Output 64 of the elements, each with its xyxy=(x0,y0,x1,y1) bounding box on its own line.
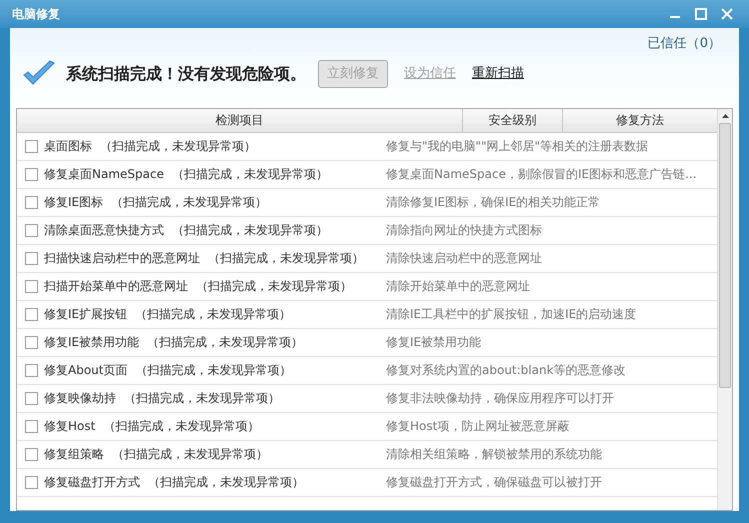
trusted-count[interactable]: 已信任（0） xyxy=(648,34,721,54)
item-name: 修复映像劫持 xyxy=(44,390,116,407)
checkbox[interactable] xyxy=(25,364,38,376)
scan-status: （扫描完成，未发现异常项） xyxy=(147,334,304,351)
item-name: 修复组策略 xyxy=(44,446,104,463)
checkbox[interactable] xyxy=(25,336,38,348)
repair-method: 清除相关组策略，解锁被禁用的系统功能 xyxy=(386,446,602,463)
scan-status: （扫描完成，未发现异常项） xyxy=(148,474,304,491)
checkbox[interactable] xyxy=(25,224,38,236)
item-name: 修复Host xyxy=(44,418,96,435)
checkbox[interactable] xyxy=(25,308,38,320)
repair-method: 修复IE被禁用功能 xyxy=(386,334,482,351)
scan-status: （扫描完成，未发现异常项） xyxy=(100,138,256,155)
repair-method: 修复非法映像劫持，确保应用程序可以打开 xyxy=(386,390,614,407)
repair-method: 修复Host项，防止网址被恶意屏蔽 xyxy=(386,418,570,435)
item-name: 修复磁盘打开方式 xyxy=(44,474,140,491)
item-name: 修复About页面 xyxy=(44,362,128,379)
window-title: 电脑修复 xyxy=(12,6,60,23)
maximize-icon[interactable] xyxy=(695,8,707,20)
column-header[interactable]: 安全级别 xyxy=(463,108,563,132)
repair-method: 清除快速启动栏中的恶意网址 xyxy=(386,250,542,267)
checkbox[interactable] xyxy=(25,168,38,180)
checkmark-icon xyxy=(22,60,56,88)
column-header[interactable]: 修复方法 xyxy=(563,108,717,132)
repair-method: 清除开始菜单中的恶意网址 xyxy=(386,278,530,295)
scan-status: （扫描完成，未发现异常项） xyxy=(124,390,280,407)
repair-method: 修复桌面NameSpace，剔除假冒的IE图标和恶意广告链... xyxy=(386,166,697,183)
checkbox[interactable] xyxy=(25,420,38,432)
scan-status: （扫描完成，未发现异常项） xyxy=(112,446,268,463)
scan-status: （扫描完成，未发现异常项） xyxy=(208,250,364,267)
repair-method: 修复磁盘打开方式，确保磁盘可以被打开 xyxy=(386,474,602,491)
item-name: 桌面图标 xyxy=(44,138,92,155)
item-name: 修复桌面NameSpace xyxy=(44,166,164,183)
close-icon[interactable] xyxy=(721,8,733,20)
scan-status: （扫描完成，未发现异常项） xyxy=(172,166,328,183)
checkbox[interactable] xyxy=(25,392,38,404)
scan-status: （扫描完成，未发现异常项） xyxy=(135,362,292,379)
column-header[interactable]: 检测项目 xyxy=(17,108,463,132)
scan-status: （扫描完成，未发现异常项） xyxy=(135,306,292,323)
item-name: 修复IE图标 xyxy=(44,194,104,211)
item-name: 修复IE扩展按钮 xyxy=(44,306,128,323)
repair-method: 清除修复IE图标，确保IE的相关功能正常 xyxy=(386,194,600,211)
checkbox[interactable] xyxy=(25,252,38,264)
scan-status: （扫描完成，未发现异常项） xyxy=(103,418,260,435)
item-name: 扫描快速启动栏中的恶意网址 xyxy=(44,250,200,267)
checkbox[interactable] xyxy=(25,448,38,460)
checkbox[interactable] xyxy=(25,196,38,208)
scan-status: （扫描完成，未发现异常项） xyxy=(196,278,352,295)
checkbox[interactable] xyxy=(25,280,38,292)
scroll-thumb[interactable] xyxy=(719,122,731,388)
checkbox[interactable] xyxy=(25,140,38,152)
repair-method: 修复对系统内置的about:blank等的恶意修改 xyxy=(386,362,626,379)
checkbox[interactable] xyxy=(25,476,38,488)
scrollbar[interactable] xyxy=(717,108,732,510)
action-link[interactable]: 重新扫描 xyxy=(472,64,524,84)
status-message: 系统扫描完成！没有发现危险项。 xyxy=(66,62,306,84)
repair-method: 清除指向网址的快捷方式图标 xyxy=(386,222,542,239)
item-name: 扫描开始菜单中的恶意网址 xyxy=(44,278,188,295)
repair-method: 清除IE工具栏中的扩展按钮，加速IE的启动速度 xyxy=(386,306,636,323)
item-name: 修复IE被禁用功能 xyxy=(44,334,140,351)
repair-method: 修复与"我的电脑""网上邻居"等相关的注册表数据 xyxy=(386,138,648,155)
scan-status: （扫描完成，未发现异常项） xyxy=(111,194,268,211)
item-name: 清除桌面恶意快捷方式 xyxy=(44,222,164,239)
scan-status: （扫描完成，未发现异常项） xyxy=(172,222,328,239)
